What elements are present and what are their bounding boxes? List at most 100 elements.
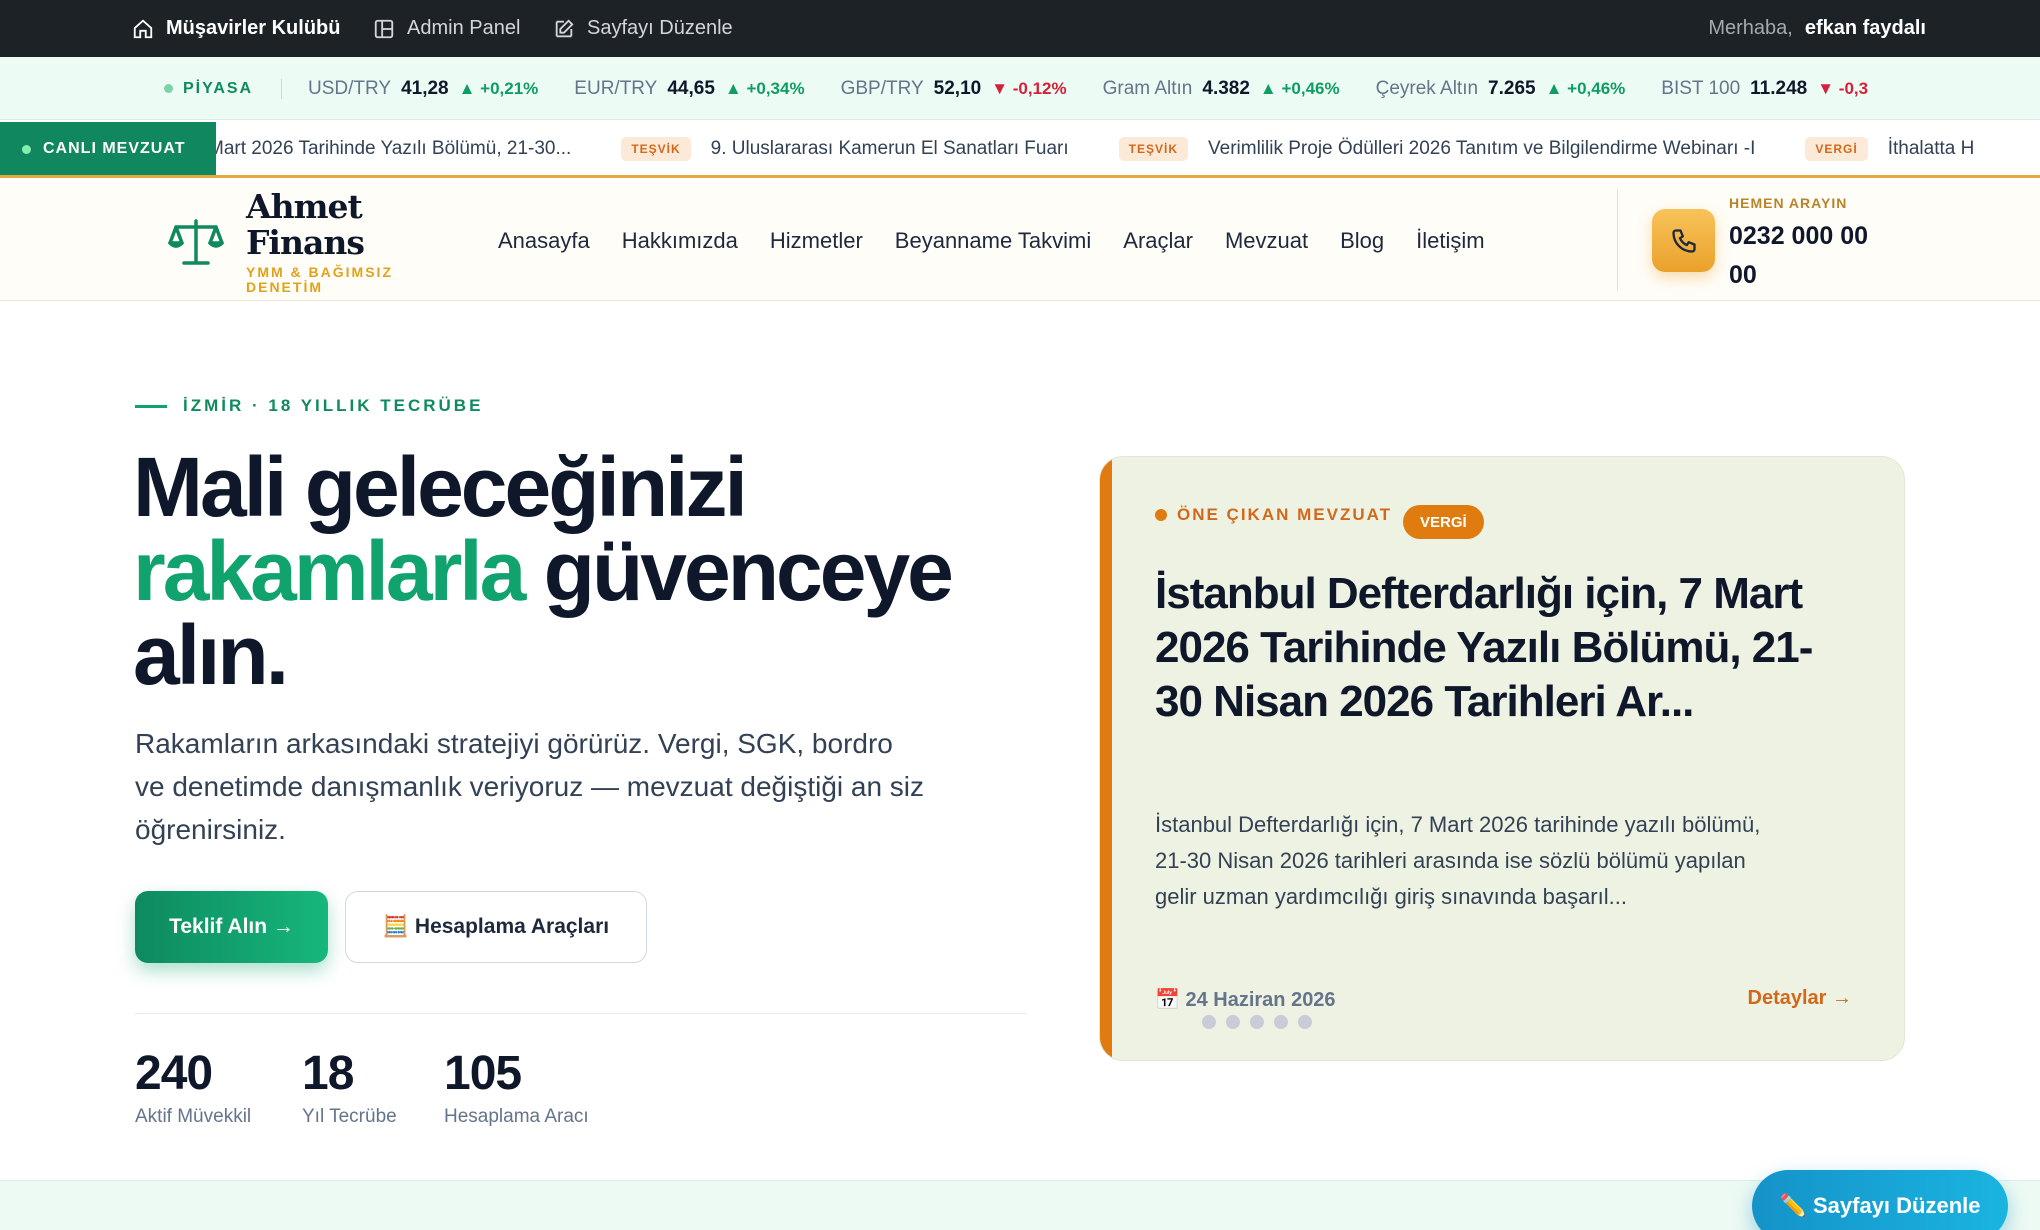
hero-eyebrow: İZMİR · 18 YILLIK TECRÜBE — [135, 396, 483, 416]
stat-value: 105 — [444, 1047, 522, 1100]
market-item: Gram Altın 4.382 ▲ +0,46% — [1103, 78, 1340, 100]
market-items: USD/TRY 41,28 ▲ +0,21% EUR/TRY 44,65 ▲ +0,34%… — [308, 57, 1906, 119]
carousel-dot[interactable] — [1298, 1015, 1312, 1029]
admin-home-label: Müşavirler Kulübü — [166, 17, 341, 39]
hero-title-line1: Mali geleceğinizi — [133, 440, 748, 534]
dot-icon — [1155, 509, 1167, 521]
market-item-change: ▲ +0,46% — [1545, 78, 1626, 98]
hero-title-accent: rakamlarla — [133, 524, 526, 618]
logo-subtitle: YMM & BAĞIMSIZ DENETİM — [246, 264, 393, 295]
market-item-change: ▲ +0,46% — [1259, 78, 1340, 98]
stat-item: 18 Yıl Tecrübe — [302, 1046, 397, 1128]
nav-link[interactable]: Hizmetler — [770, 228, 863, 254]
news-item[interactable]: Mart 2026 Tarihinde Yazılı Bölümü, 21-30… — [208, 138, 571, 160]
stat-label: Hesaplama Aracı — [444, 1106, 589, 1127]
stat-value: 240 — [135, 1047, 213, 1100]
featured-legislation-card[interactable]: ÖNE ÇIKAN MEVZUAT VERGİ İstanbul Defterd… — [1099, 456, 1905, 1061]
carousel-dots — [1202, 1015, 1312, 1029]
stat-item: 240 Aktif Müvekkil — [135, 1046, 251, 1128]
market-label: PİYASA — [164, 57, 253, 119]
market-item-change: ▲ +0,21% — [458, 78, 539, 98]
get-quote-button[interactable]: Teklif Alın → — [135, 891, 328, 963]
phone-icon — [1671, 228, 1696, 253]
market-item: USD/TRY 41,28 ▲ +0,21% — [308, 78, 538, 100]
news-item[interactable]: TEŞVİK 9. Uluslararası Kamerun El Sanatla… — [621, 137, 1069, 161]
news-text: 9. Uluslararası Kamerun El Sanatları Fua… — [710, 138, 1069, 159]
nav-link[interactable]: Mevzuat — [1225, 228, 1308, 254]
floating-edit-page-button[interactable]: ✏️ Sayfayı Düzenle — [1752, 1170, 2008, 1230]
featured-title[interactable]: İstanbul Defterdarlığı için, 7 Mart 2026… — [1155, 567, 1855, 729]
news-items: Mart 2026 Tarihinde Yazılı Bölümü, 21-30… — [208, 120, 2024, 175]
stat-label: Aktif Müvekkil — [135, 1106, 252, 1127]
news-text: Mart 2026 Tarihinde Yazılı Bölümü, 21-30… — [208, 138, 572, 159]
carousel-dot[interactable] — [1202, 1015, 1216, 1029]
nav-link[interactable]: İletişim — [1416, 228, 1484, 254]
nav-link[interactable]: Araçlar — [1123, 228, 1193, 254]
news-text: İthalatta H — [1887, 138, 1975, 159]
call-button[interactable] — [1652, 209, 1715, 272]
edit-page-link[interactable]: Sayfayı Düzenle — [553, 0, 733, 57]
market-item-name: Çeyrek Altın — [1375, 77, 1479, 99]
market-item-name: GBP/TRY — [840, 77, 924, 99]
admin-bar: Müşavirler Kulübü Admin Panel Sayfayı Dü… — [0, 0, 2040, 57]
featured-eyebrow: ÖNE ÇIKAN MEVZUAT — [1155, 505, 1392, 525]
greeting-text: Merhaba, — [1708, 17, 1793, 39]
scale-icon[interactable] — [168, 217, 224, 267]
admin-panel-label: Admin Panel — [407, 17, 521, 39]
hero-divider — [135, 1013, 1026, 1014]
market-item-change: ▼ -0,3 — [1817, 78, 1869, 98]
carousel-dot[interactable] — [1274, 1015, 1288, 1029]
market-item-value: 11.248 — [1750, 77, 1808, 99]
market-item-change: ▼ -0,12% — [991, 78, 1067, 98]
home-icon — [133, 19, 153, 38]
details-link[interactable]: Detaylar → — [1748, 987, 1853, 1010]
stat-label: Yıl Tecrübe — [302, 1106, 397, 1127]
featured-description: İstanbul Defterdarlığı için, 7 Mart 2026… — [1155, 812, 1761, 909]
live-dot-icon — [22, 144, 31, 154]
market-ticker: PİYASA USD/TRY 41,28 ▲ +0,21% EUR/TRY 44,65 ▲… — [0, 57, 2040, 120]
news-item[interactable]: TEŞVİK Verimlilik Proje Ödülleri 2026 Tan… — [1118, 137, 1755, 161]
username: efkan faydalı — [1804, 17, 1926, 39]
live-dot-icon — [164, 84, 173, 93]
main-nav: Anasayfa Hakkımızda Hizmetler Beyanname Tak… — [482, 181, 1501, 301]
phone-number[interactable]: 0232 000 00 00 — [1729, 217, 1869, 295]
carousel-dot[interactable] — [1226, 1015, 1240, 1029]
market-item-value: 4.382 — [1202, 77, 1250, 99]
stat-item: 105 Hesaplama Aracı — [444, 1046, 589, 1128]
market-divider — [281, 79, 282, 99]
market-item-change: ▲ +0,34% — [724, 78, 805, 98]
market-item-name: USD/TRY — [308, 77, 392, 99]
market-item-name: BIST 100 — [1661, 77, 1741, 99]
logo-title[interactable]: Ahmet Finans — [246, 189, 386, 261]
category-tag: VERGİ — [1403, 505, 1484, 539]
user-greeting[interactable]: Merhaba, efkan faydalı — [1708, 0, 1926, 57]
admin-panel-link[interactable]: Admin Panel — [373, 0, 520, 57]
nav-link[interactable]: Anasayfa — [498, 228, 590, 254]
market-item-value: 41,28 — [401, 77, 449, 99]
admin-home-link[interactable]: Müşavirler Kulübü — [132, 0, 340, 57]
hero-description: Rakamların arkasındaki stratejiyi görürü… — [135, 728, 925, 845]
call-label: HEMEN ARAYIN — [1729, 195, 1848, 211]
news-item[interactable]: VERGİ İthalatta H — [1805, 137, 1974, 161]
market-item-name: Gram Altın — [1102, 77, 1193, 99]
carousel-dot[interactable] — [1250, 1015, 1264, 1029]
calculation-tools-button[interactable]: 🧮 Hesaplama Araçları — [345, 891, 647, 963]
live-legislation-badge: CANLI MEVZUAT — [0, 122, 216, 175]
market-item: Çeyrek Altın 7.265 ▲ +0,46% — [1376, 78, 1626, 100]
header-divider — [1617, 189, 1618, 291]
nav-link[interactable]: Blog — [1340, 228, 1384, 254]
news-ticker: CANLI MEVZUAT Mart 2026 Tarihinde Yazılı… — [0, 120, 2040, 178]
featured-date: 📅 24 Haziran 2026 — [1155, 989, 1336, 1011]
edit-page-label: Sayfayı Düzenle — [587, 17, 733, 39]
dashboard-icon — [374, 19, 394, 38]
market-item: BIST 100 11.248 ▼ -0,3 — [1661, 78, 1868, 100]
eyebrow-line — [135, 404, 167, 408]
stat-value: 18 — [302, 1047, 354, 1100]
nav-link[interactable]: Hakkımızda — [622, 228, 738, 254]
news-tag: TEŞVİK — [1118, 137, 1189, 161]
market-item: EUR/TRY 44,65 ▲ +0,34% — [574, 78, 804, 100]
news-tag: VERGİ — [1805, 137, 1868, 161]
market-item-value: 44,65 — [667, 77, 715, 99]
market-item-value: 52,10 — [933, 77, 982, 99]
nav-link[interactable]: Beyanname Takvimi — [895, 228, 1091, 254]
